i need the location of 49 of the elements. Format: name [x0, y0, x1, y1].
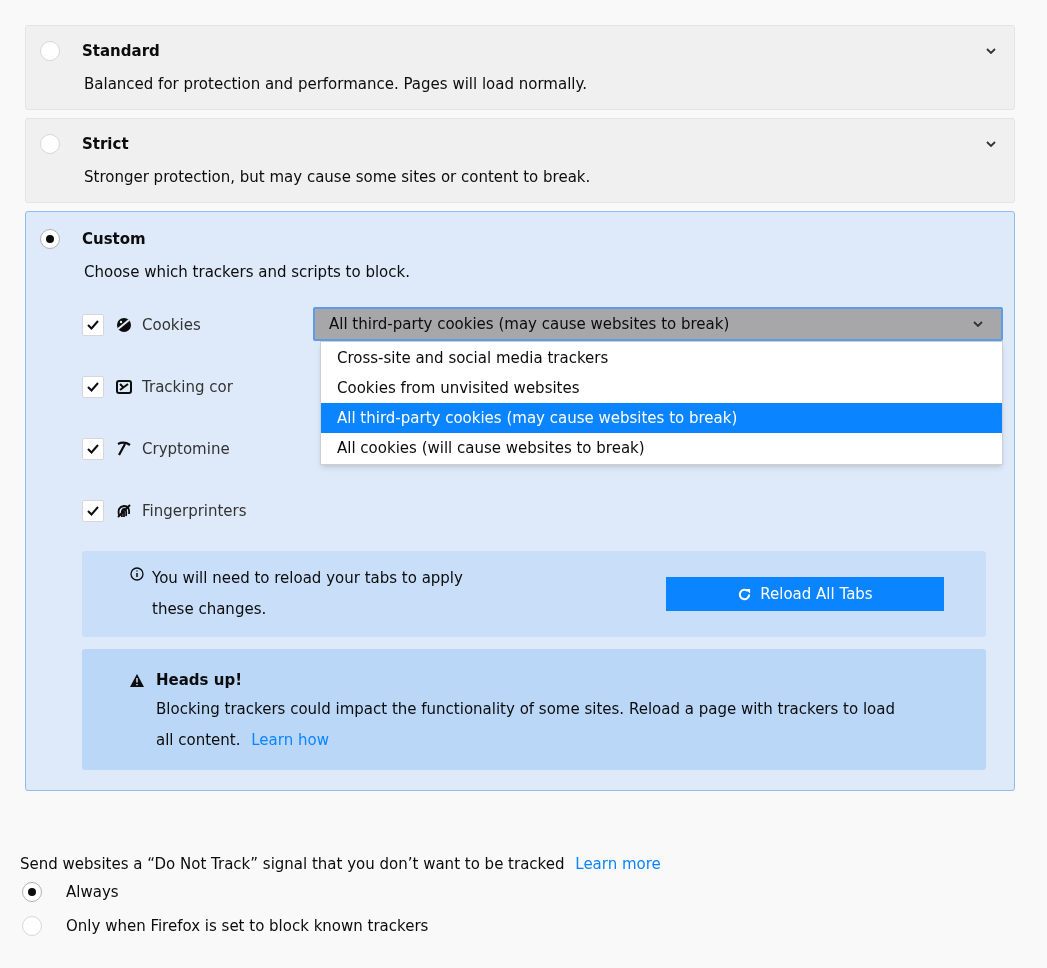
level-title: Custom [82, 229, 147, 250]
do-not-track-text: Send websites a “Do Not Track” signal that you don’t want to be tracked Learn more [20, 853, 662, 875]
dropdown-option[interactable]: All cookies (will cause websites to break) [321, 433, 1002, 463]
tracker-label: Cryptomine [142, 438, 230, 460]
tracker-label: Tracking cor [142, 376, 233, 398]
checkmark-icon [86, 505, 100, 517]
checkbox[interactable] [82, 500, 104, 522]
fingerprint-icon [116, 503, 132, 519]
level-description: Balanced for protection and performance. Pages will load normally. [84, 73, 588, 95]
tracker-label: Cookies [142, 314, 201, 336]
dropdown-option[interactable]: Cookies from unvisited websites [321, 373, 1002, 403]
tracker-icon [116, 380, 132, 394]
checkbox[interactable] [82, 376, 104, 398]
info-icon [130, 567, 144, 581]
level-description: Stronger protection, but may cause some sites or content to break. [84, 166, 592, 188]
notice-text: You will need to reload your tabs to apply these changes. [152, 568, 464, 620]
radio-label: Only when Firefox is set to block known trackers [66, 915, 429, 937]
chevron-down-icon [986, 48, 996, 55]
checkbox[interactable] [82, 438, 104, 460]
checkmark-icon [86, 443, 100, 455]
tracker-label: Fingerprinters [142, 500, 247, 522]
protection-level-card[interactable] [25, 211, 1015, 791]
radio-label: Always [66, 881, 119, 903]
chevron-down-icon [986, 141, 996, 148]
radio-button[interactable] [40, 41, 60, 62]
dropdown-option[interactable]: Cross-site and social media trackers [321, 343, 1002, 373]
checkmark-icon [86, 381, 100, 393]
radio-button[interactable] [22, 882, 42, 902]
radio-button[interactable] [22, 916, 42, 936]
protection-level-card[interactable]: Standard Balanced for protection and performance. Pages will load normally. [25, 25, 1015, 110]
reload-all-tabs-button[interactable]: Reload All Tabs [666, 577, 944, 611]
cookie-icon [116, 317, 132, 333]
warning-text: Blocking trackers could impact the functionality of some sites. Reload a page with trackers to load all content. Learn how [156, 698, 896, 751]
chevron-down-icon [973, 321, 983, 327]
checkmark-icon [86, 319, 100, 331]
reload-icon [737, 586, 753, 602]
warning-title: Heads up! [156, 670, 242, 691]
radio-button[interactable] [40, 229, 60, 250]
pickaxe-icon [116, 441, 132, 457]
checkbox[interactable] [82, 314, 104, 336]
cookie-dropdown[interactable]: All third-party cookies (may cause websites to break) [313, 307, 1003, 341]
learn-more-link[interactable]: Learn more [575, 854, 661, 873]
protection-level-card[interactable]: Strict Stronger protection, but may cause some sites or content to break. [25, 118, 1015, 203]
level-title: Standard [82, 41, 161, 62]
level-title: Strict [82, 134, 130, 155]
radio-button[interactable] [40, 134, 60, 155]
warning-icon [130, 673, 144, 687]
dropdown-option[interactable]: All third-party cookies (may cause websites to break) [321, 403, 1002, 433]
level-description: Choose which trackers and scripts to block. [84, 261, 411, 283]
